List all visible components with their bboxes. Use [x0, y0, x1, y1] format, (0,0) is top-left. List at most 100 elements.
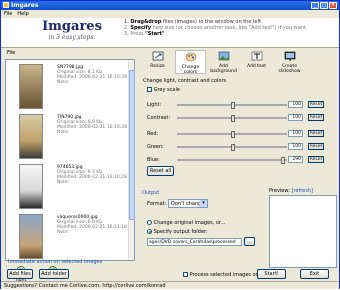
preview-image-area	[269, 195, 337, 268]
tool-label: Change colors	[181, 65, 200, 75]
slider-track[interactable]	[177, 102, 287, 109]
output-section: Output Format: Don't change ▾ Change ori…	[140, 190, 265, 274]
preview-refresh-link[interactable]: [refresh]	[291, 188, 312, 194]
slider-handle[interactable]	[231, 131, 235, 138]
chevron-down-icon[interactable]: ▾	[200, 200, 207, 207]
browse-button[interactable]: ...	[244, 237, 255, 246]
format-select[interactable]: Don't change ▾	[168, 199, 208, 208]
list-item[interactable]: 974653.jpg Original size: 8.3 Kb Modifie…	[6, 162, 128, 212]
tool-add-text[interactable]: Add text	[241, 50, 272, 74]
slider-track[interactable]	[177, 131, 287, 138]
tool-label: Resize	[150, 64, 165, 69]
slider-label: Light:	[147, 102, 162, 108]
grey-scale-checkbox[interactable]: Grey scale	[147, 87, 180, 93]
slider-reset-button[interactable]: Reset	[308, 101, 324, 108]
process-selected-check[interactable]	[183, 272, 188, 277]
tool-resize[interactable]: Resize	[142, 50, 173, 74]
slider-value-input[interactable]: 290	[288, 156, 303, 163]
list-item[interactable]: 7IN790.jpg Original size: 6.9 Kb Modifie…	[6, 112, 128, 162]
slider-row: Contrast: 100 Reset	[147, 114, 337, 122]
logo: Imgares in 3 easy steps.	[37, 20, 107, 46]
menu-help[interactable]: Help	[17, 10, 28, 18]
slider-value-input[interactable]: 100	[288, 143, 303, 150]
add-files-button[interactable]: Add files	[7, 269, 33, 279]
grey-scale-check[interactable]	[147, 87, 152, 92]
tool-label: Create slideshow	[278, 64, 301, 74]
thumbnail-image	[19, 214, 43, 259]
slider-value-input[interactable]: 100	[288, 130, 303, 137]
slider-reset-button[interactable]: Reset	[308, 143, 324, 150]
title-bar: Imgares _ □ ×	[1, 1, 339, 10]
text-icon	[251, 51, 262, 61]
slider-handle[interactable]	[231, 102, 235, 109]
slider-track[interactable]	[177, 144, 287, 151]
tool-create-slideshow[interactable]: Create slideshow	[274, 50, 305, 74]
output-folder-input[interactable]: ages\DVD covers_Carátulas\processed	[147, 238, 242, 246]
maximize-button[interactable]: □	[320, 2, 328, 9]
reset-all-button[interactable]: Reset all	[147, 166, 174, 176]
file-note: Note:	[57, 230, 70, 235]
specify-folder-radio[interactable]	[147, 229, 152, 234]
close-button[interactable]: ×	[329, 2, 337, 9]
specify-folder-label: Specify output folder:	[153, 229, 208, 235]
slider-label: Green:	[147, 144, 164, 150]
thumbnail-image	[19, 164, 43, 209]
file-list-scrollbar[interactable]	[128, 60, 135, 260]
tool-label: Add background	[210, 64, 237, 74]
slider-track[interactable]	[177, 157, 287, 164]
change-original-radio[interactable]	[147, 220, 152, 225]
slider-handle[interactable]	[281, 157, 285, 164]
tool-label: Add text	[246, 64, 267, 69]
start-button[interactable]: Start!	[257, 269, 286, 279]
colors-section-title: Change light, contrast and colors	[143, 78, 227, 84]
file-column-header: File	[7, 50, 16, 56]
output-section-title: Output	[142, 190, 160, 196]
logo-tagline: in 3 easy steps.	[48, 34, 96, 41]
slider-value-input[interactable]: 100	[288, 101, 303, 108]
task-toolbar: Resize Change colors Add background Add …	[140, 50, 338, 75]
logo-name: Imgares	[42, 19, 102, 34]
instructions: 1. Drag&drop files (images) to the windo…	[124, 19, 336, 37]
step-3: 3. Press "Start"	[124, 31, 165, 37]
process-selected-option[interactable]: Process selected images only	[183, 272, 263, 278]
slider-handle[interactable]	[231, 144, 235, 151]
window-title: Imgares	[11, 2, 39, 9]
list-item[interactable]: SN7798.jpg Original size: 8.1 Kb Modifie…	[6, 62, 128, 112]
list-item[interactable]: vaqueros0000.jpg Original size: 6.9 Kb M…	[6, 212, 128, 262]
specify-folder-option[interactable]: Specify output folder:	[147, 229, 208, 235]
add-folder-button[interactable]: Add folder	[39, 269, 69, 279]
background-icon	[218, 51, 229, 61]
slideshow-icon	[284, 51, 295, 61]
minimize-button[interactable]: _	[311, 2, 319, 9]
file-note: Note:	[57, 80, 70, 85]
file-note: Note:	[57, 180, 70, 185]
task-panel: Resize Change colors Add background Add …	[140, 50, 338, 284]
slider-row: Blue: 290 Reset	[147, 156, 337, 164]
thumbnail-image	[19, 114, 43, 159]
slider-handle[interactable]	[231, 115, 235, 122]
resize-icon	[152, 51, 163, 61]
slider-row: Green: 100 Reset	[147, 143, 337, 151]
menu-file[interactable]: File	[4, 10, 12, 18]
file-list[interactable]: SN7798.jpg Original size: 8.1 Kb Modifie…	[5, 59, 135, 261]
slider-label: Blue:	[147, 157, 160, 163]
preview-panel: Preview: [refresh]	[269, 188, 337, 268]
slider-reset-button[interactable]: Reset	[308, 114, 324, 121]
slider-track[interactable]	[177, 115, 287, 122]
tool-add-background[interactable]: Add background	[208, 50, 239, 74]
tool-change-colors[interactable]: Change colors	[175, 50, 206, 75]
thumbnail-image	[19, 64, 43, 109]
change-original-label: Change original images, or...	[153, 220, 226, 226]
slider-value-input[interactable]: 100	[288, 114, 303, 121]
header: Imgares in 3 easy steps. 1. Drag&drop fi…	[1, 18, 339, 48]
slider-reset-button[interactable]: Reset	[308, 156, 324, 163]
format-label: Format:	[147, 201, 167, 207]
slider-reset-button[interactable]: Reset	[308, 130, 324, 137]
scrollbar-thumb[interactable]	[129, 70, 135, 220]
slider-row: Light: 100 Reset	[147, 101, 337, 109]
app-window: Imgares _ □ × File Help Imgares in 3 eas…	[0, 0, 340, 289]
change-original-option[interactable]: Change original images, or...	[147, 220, 225, 226]
palette-icon	[185, 52, 196, 62]
process-selected-label: Process selected images only	[189, 272, 264, 278]
exit-button[interactable]: Exit	[300, 269, 329, 279]
